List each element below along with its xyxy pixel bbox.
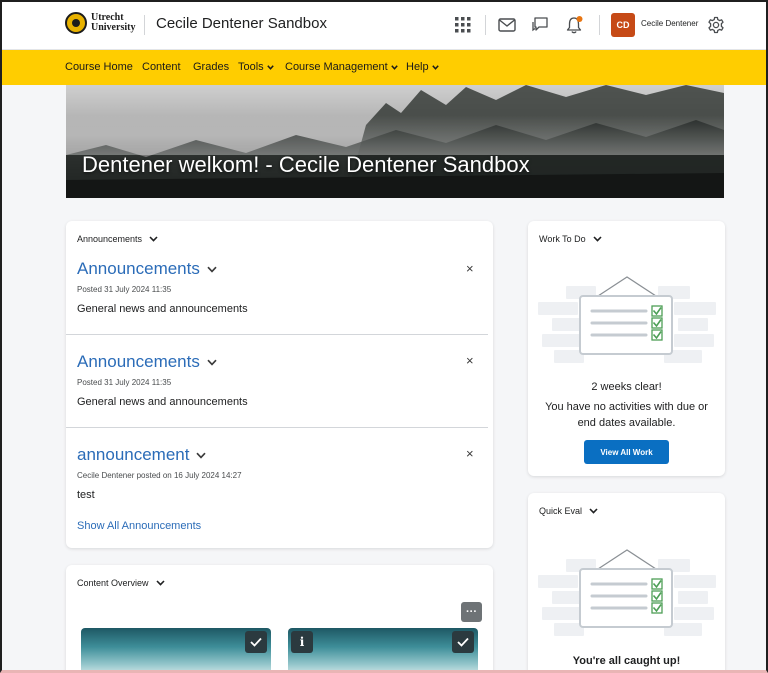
show-all-announcements-link[interactable]: Show All Announcements: [77, 520, 201, 532]
close-icon[interactable]: ×: [466, 446, 474, 461]
empty-board-illustration: [538, 276, 716, 363]
course-banner: Dentener welkom! - Cecile Dentener Sandb…: [66, 85, 724, 198]
widget-header[interactable]: Quick Eval: [539, 506, 598, 516]
logo-text: Utrecht University: [91, 13, 135, 33]
chevron-down-icon[interactable]: [149, 236, 158, 242]
widget-title: Work To Do: [539, 234, 586, 244]
chat-icon[interactable]: [528, 13, 552, 37]
announcement-title-text: announcement: [77, 445, 190, 464]
empty-board-illustration: [538, 549, 716, 636]
nav-help[interactable]: Help: [406, 61, 439, 73]
widget-title: Quick Eval: [539, 506, 583, 516]
work-to-do-widget: Work To Do 2 weeks clear! You have no ac…: [528, 221, 725, 476]
mail-icon[interactable]: [495, 13, 519, 37]
checkmark-icon: [245, 631, 267, 653]
nav-label: Course Home: [65, 61, 133, 73]
nav-label: Tools: [238, 61, 264, 73]
nav-grades[interactable]: Grades: [193, 61, 229, 73]
nav-content[interactable]: Content: [142, 61, 181, 73]
widget-title: Content Overview: [77, 578, 149, 588]
divider: [66, 427, 488, 428]
announcement-body: General news and announcements: [77, 396, 248, 408]
announcement-title[interactable]: Announcements: [77, 352, 217, 372]
widget-title: Announcements: [77, 234, 143, 244]
app-grid-icon[interactable]: [451, 13, 475, 37]
course-nav-bar: Course Home Content Grades Tools Course …: [2, 50, 766, 85]
banner-title: Dentener welkom! - Cecile Dentener Sandb…: [82, 152, 530, 177]
chevron-down-icon: [266, 64, 274, 70]
content-tile[interactable]: i: [288, 628, 478, 670]
gear-icon[interactable]: [704, 13, 728, 37]
quick-eval-widget: Quick Eval You're all caught up!: [528, 493, 725, 670]
chevron-down-icon[interactable]: [593, 236, 602, 242]
nav-label: Content: [142, 61, 181, 73]
header-divider: [485, 15, 486, 35]
announcement-title-text: Announcements: [77, 259, 200, 278]
announcement-title-text: Announcements: [77, 352, 200, 371]
close-icon[interactable]: ×: [466, 353, 474, 368]
bell-icon[interactable]: [562, 13, 586, 37]
nav-label: Course Management: [285, 61, 388, 73]
forest-banner-image: [66, 85, 724, 198]
widget-header[interactable]: Announcements: [77, 234, 158, 244]
empty-state-line: You have no activities with due or: [545, 401, 708, 413]
checkmark-icon: [452, 631, 474, 653]
announcement-body: test: [77, 489, 95, 501]
announcement-title[interactable]: announcement: [77, 445, 207, 465]
nav-course-management[interactable]: Course Management: [285, 61, 398, 73]
nav-course-home[interactable]: Course Home: [65, 61, 133, 73]
announcement-meta: Posted 31 July 2024 11:35: [77, 285, 172, 294]
announcement-body: General news and announcements: [77, 303, 248, 315]
divider: [66, 334, 488, 335]
header-divider: [144, 15, 145, 35]
header-divider: [599, 15, 600, 35]
chevron-down-icon[interactable]: [589, 508, 598, 514]
browser-frame: Utrecht University Cecile Dentener Sandb…: [0, 0, 768, 673]
announcement-meta: Cecile Dentener posted on 16 July 2024 1…: [77, 471, 242, 480]
chevron-down-icon[interactable]: [196, 452, 207, 459]
university-seal-icon: [65, 12, 87, 34]
view-all-work-button[interactable]: View All Work: [584, 440, 669, 464]
empty-state-title: You're all caught up!: [572, 655, 681, 667]
close-icon[interactable]: ×: [466, 261, 474, 276]
chevron-down-icon: [390, 64, 398, 70]
chevron-down-icon[interactable]: [207, 266, 217, 273]
widget-header[interactable]: Content Overview: [77, 578, 165, 588]
widget-header[interactable]: Work To Do: [539, 234, 602, 244]
logo-line-2: University: [91, 22, 136, 33]
chevron-down-icon: [431, 64, 439, 70]
announcement-meta: Posted 31 July 2024 11:35: [77, 378, 172, 387]
chevron-down-icon[interactable]: [155, 580, 165, 586]
content-overview-widget: Content Overview ··· i: [66, 565, 493, 670]
user-avatar[interactable]: CD: [611, 13, 635, 37]
user-name[interactable]: Cecile Dentener: [641, 19, 698, 28]
course-title[interactable]: Cecile Dentener Sandbox: [156, 15, 327, 32]
university-logo[interactable]: Utrecht University: [65, 12, 135, 34]
nav-label: Grades: [193, 61, 230, 73]
announcements-widget: Announcements Announcements × Posted 31 …: [66, 221, 493, 548]
chevron-down-icon[interactable]: [207, 359, 217, 366]
more-options-button[interactable]: ···: [461, 602, 482, 622]
announcement-title[interactable]: Announcements: [77, 259, 217, 279]
notification-dot: [576, 16, 583, 22]
nav-label: Help: [406, 61, 429, 73]
empty-state-title: 2 weeks clear!: [591, 381, 662, 393]
top-header: Utrecht University Cecile Dentener Sandb…: [2, 2, 766, 50]
nav-tools[interactable]: Tools: [238, 61, 274, 73]
empty-state-line: end dates available.: [577, 417, 676, 429]
info-icon: i: [291, 631, 313, 653]
content-tile[interactable]: [81, 628, 271, 670]
